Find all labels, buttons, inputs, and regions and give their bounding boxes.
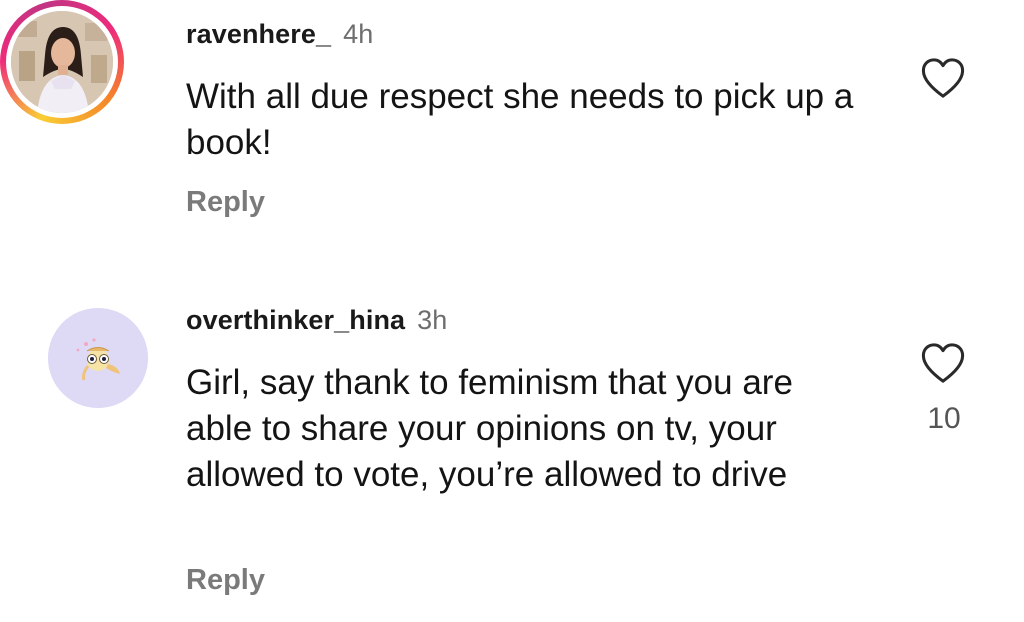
comment-header: overthinker_hina 3h bbox=[186, 305, 447, 336]
comment-time: 3h bbox=[417, 305, 448, 335]
username[interactable]: ravenhere_ bbox=[186, 19, 331, 49]
reply-button[interactable]: Reply bbox=[186, 564, 265, 597]
avatar-photo-icon bbox=[11, 11, 113, 113]
cartoon-avatar-icon bbox=[48, 308, 148, 408]
like-count[interactable]: 10 bbox=[920, 402, 968, 436]
comment-time: 4h bbox=[343, 19, 374, 49]
comment-header: ravenhere_ 4h bbox=[186, 19, 373, 50]
comment-text: With all due respect she needs to pick u… bbox=[186, 77, 854, 162]
avatar-story-ring[interactable] bbox=[0, 0, 124, 124]
comment-item: ravenhere_ 4h With all due respect she ne… bbox=[0, 0, 1024, 260]
avatar[interactable] bbox=[11, 11, 113, 113]
reply-button[interactable]: Reply bbox=[186, 186, 265, 219]
avatar[interactable] bbox=[48, 308, 148, 408]
comment-item: overthinker_hina 3h Girl, say thank to fe… bbox=[0, 280, 1024, 622]
username[interactable]: overthinker_hina bbox=[186, 305, 405, 335]
comment-text: Girl, say thank to feminism that you are… bbox=[186, 363, 793, 494]
avatar-ring-gap bbox=[6, 6, 118, 118]
heart-outline-icon[interactable] bbox=[920, 342, 966, 384]
heart-outline-icon[interactable] bbox=[920, 57, 966, 99]
